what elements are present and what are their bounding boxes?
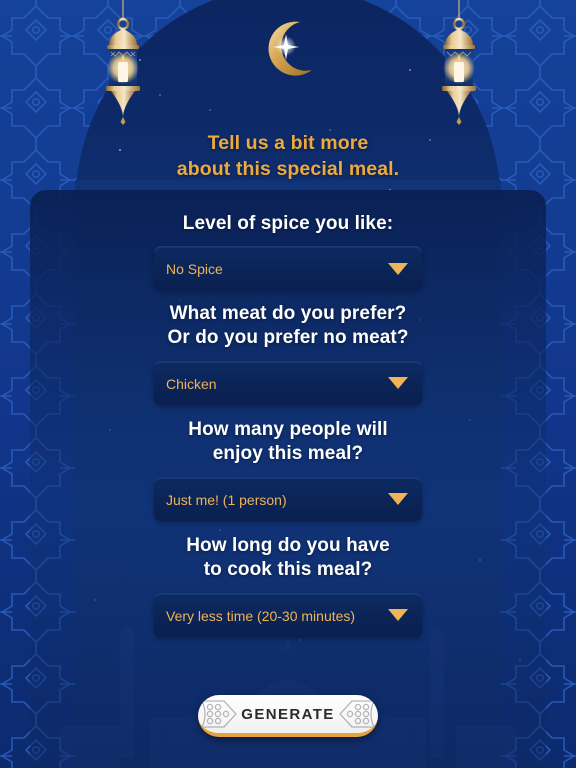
app-screen: Tell us a bit more about this special me… [0,0,576,768]
page-title-line2: about this special meal. [176,157,400,180]
field-meat-preference: What meat do you prefer? Or do you prefe… [0,302,576,405]
generate-button[interactable]: GENERATE [198,695,378,737]
chevron-down-icon[interactable] [388,493,408,506]
generate-button-label: GENERATE [241,705,335,723]
generate-button-wrapper: GENERATE [198,695,378,737]
page-title-line1: Tell us a bit more [207,132,369,154]
select-meat-preference[interactable]: Chicken [154,360,422,405]
field-label-spice-level: Level of spice you like: [182,213,394,234]
preferences-form: Level of spice you like: No Spice What m… [0,190,576,768]
ornament-right-icon [339,700,376,728]
field-cook-time: How long do you have to cook this meal? … [0,534,576,637]
select-value-meat-preference: Chicken [166,375,217,392]
select-party-size[interactable]: Just me! (1 person) [154,476,422,521]
select-value-cook-time: Very less time (20-30 minutes) [166,607,356,624]
ornament-left-icon [200,700,237,728]
lantern-icon [428,0,490,125]
chevron-down-icon[interactable] [388,377,408,390]
chevron-down-icon[interactable] [388,262,408,275]
select-value-party-size: Just me! (1 person) [166,491,287,508]
select-spice-level[interactable]: No Spice [154,246,422,291]
field-party-size: How many people will enjoy this meal? Ju… [0,418,576,521]
field-label-meat-preference: What meat do you prefer? Or do you prefe… [167,303,409,349]
field-spice-level: Level of spice you like: No Spice [0,212,576,291]
page-title: Tell us a bit more about this special me… [0,131,576,183]
crescent-moon-icon [253,14,323,84]
select-cook-time[interactable]: Very less time (20-30 minutes) [154,592,422,637]
chevron-down-icon[interactable] [388,609,408,622]
field-label-cook-time: How long do you have to cook this meal? [186,535,390,581]
field-label-party-size: How many people will enjoy this meal? [188,419,388,465]
select-value-spice-level: No Spice [166,261,223,278]
lantern-icon [92,0,154,125]
